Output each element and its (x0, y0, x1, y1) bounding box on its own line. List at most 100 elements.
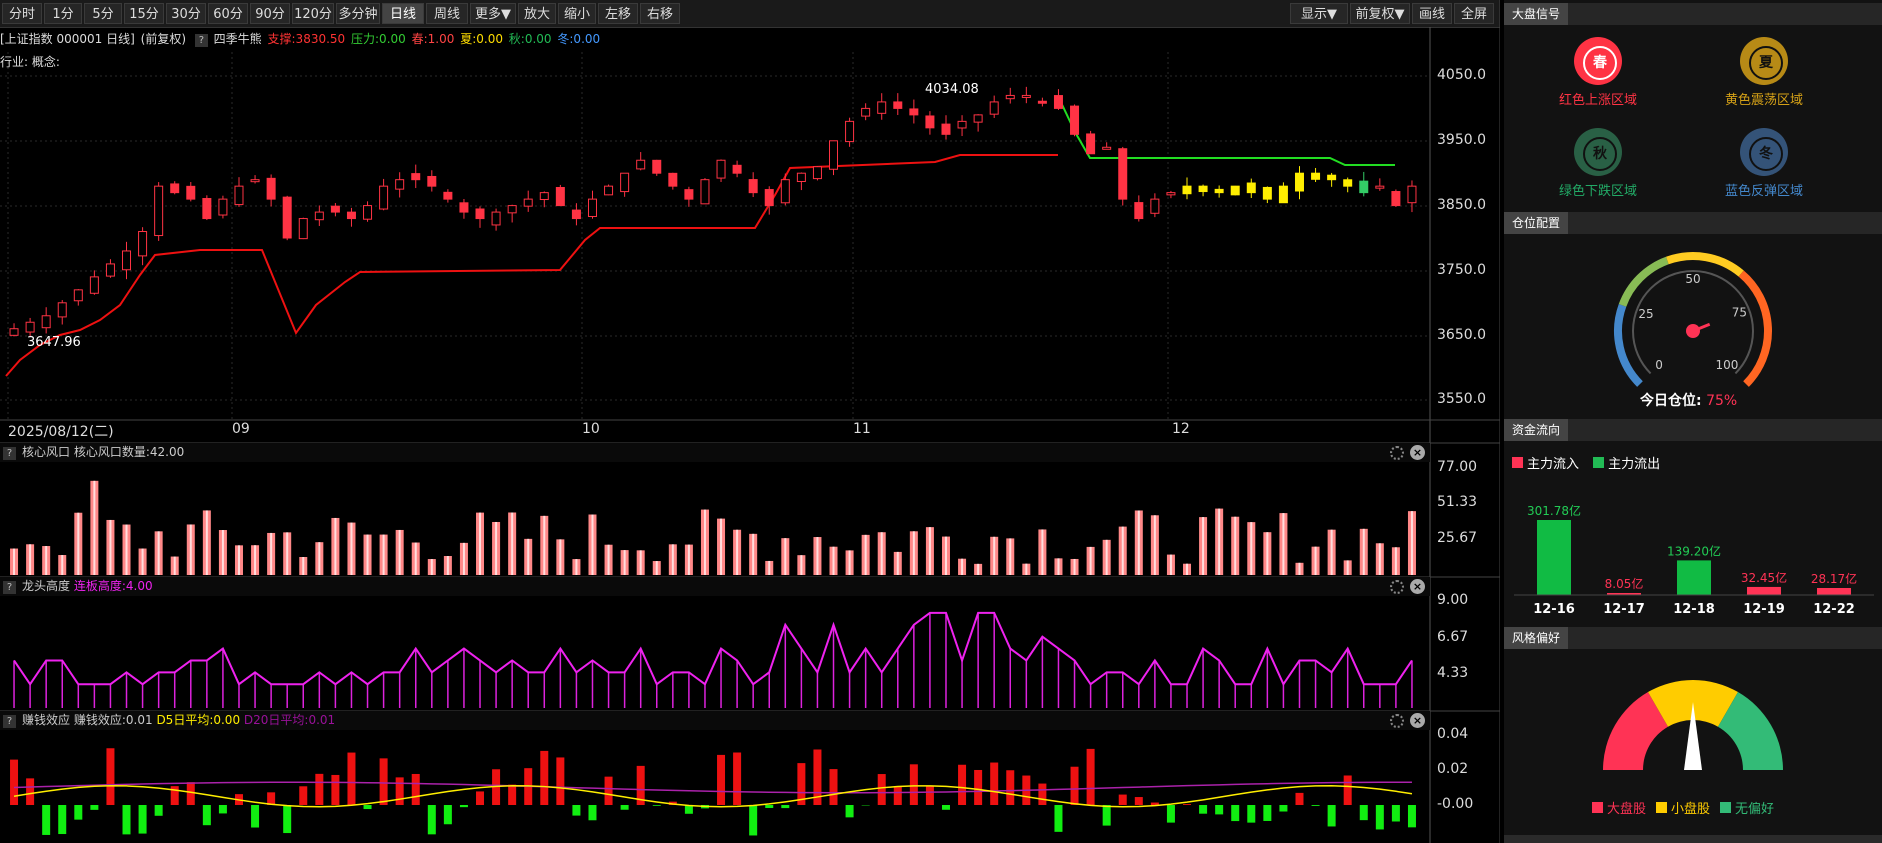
profit-bar (813, 749, 822, 805)
flow-header: 资金流向 (1504, 419, 1882, 441)
close-icon[interactable]: × (1410, 579, 1425, 594)
period-button-13[interactable]: 缩小 (558, 3, 596, 24)
low-price-label: 3647.96 (27, 335, 81, 350)
profit-bar (90, 805, 99, 810)
panel-profit-d20: D20日平均:0.01 (243, 713, 336, 727)
flow-value: 32.45亿 (1741, 570, 1787, 585)
close-icon[interactable]: × (1410, 713, 1425, 728)
candle-body (1198, 185, 1208, 193)
period-button-11[interactable]: 更多▼ (470, 3, 516, 24)
period-button-9[interactable]: 日线 (382, 3, 424, 24)
gear-icon[interactable] (1390, 580, 1404, 594)
candle-body (57, 302, 67, 318)
profit-bar (202, 805, 211, 826)
candle-body (202, 198, 212, 220)
help-icon[interactable]: ? (194, 34, 208, 47)
profit-bar (668, 801, 677, 805)
pressure-value: 压力:0.00 (351, 32, 406, 46)
period-button-6[interactable]: 90分 (250, 3, 290, 24)
period-button-10[interactable]: 周线 (426, 3, 468, 24)
flow-title: 资金流向 (1504, 419, 1569, 441)
profit-bar (331, 774, 340, 805)
profit-bar (283, 805, 292, 834)
candle-body (330, 205, 340, 213)
candle-body (266, 177, 276, 200)
core-bar (829, 546, 838, 575)
candle-body (1005, 94, 1015, 100)
season-char: 春 (1583, 46, 1617, 80)
core-bar (379, 534, 388, 575)
flow-out-label: 主力流出 (1608, 457, 1661, 472)
core-bar (1118, 526, 1127, 575)
view-button-2[interactable]: 画线 (1412, 3, 1452, 24)
profit-bar (26, 778, 35, 805)
period-button-1[interactable]: 1分 (44, 3, 82, 24)
core-bar (813, 537, 822, 575)
period-button-14[interactable]: 左移 (598, 3, 638, 24)
flow-in-label: 主力流入 (1527, 457, 1580, 472)
period-button-2[interactable]: 5分 (84, 3, 122, 24)
signal-title: 大盘信号 (1504, 3, 1569, 25)
profit-bar (1263, 805, 1272, 821)
flow-chart: 301.78亿 12-16 8.05亿 12-17 139.20亿 12-18 32.45亿… (1514, 503, 1874, 617)
profit-bar (1022, 775, 1031, 805)
profit-bar (170, 786, 179, 805)
flow-value: 301.78亿 (1527, 503, 1581, 518)
y-tick: 3750.0 (1437, 262, 1486, 278)
season-char: 秋 (1583, 137, 1617, 171)
profit-bar (588, 805, 597, 821)
profit-bar (1038, 783, 1047, 805)
profit-bar (1150, 802, 1159, 805)
candle-body (41, 315, 51, 329)
candle-body (636, 159, 646, 170)
period-button-5[interactable]: 60分 (208, 3, 248, 24)
flow-date: 12-16 (1533, 602, 1575, 617)
period-button-12[interactable]: 放大 (518, 3, 556, 24)
profit-bar (106, 748, 115, 805)
core-bar (395, 529, 404, 575)
position-header: 仓位配置 (1504, 212, 1882, 234)
period-button-0[interactable]: 分时 (2, 3, 42, 24)
help-icon[interactable]: ? (3, 447, 16, 460)
season-label: 蓝色反弹区域 (1724, 184, 1803, 199)
candle-body (1246, 182, 1256, 194)
candle-body (282, 196, 292, 239)
help-icon[interactable]: ? (3, 581, 16, 594)
profit-bar (620, 805, 629, 810)
candle-body (1343, 179, 1353, 187)
core-bar (1199, 517, 1208, 575)
period-button-4[interactable]: 30分 (166, 3, 206, 24)
period-button-7[interactable]: 120分 (292, 3, 334, 24)
profit-bar (845, 805, 854, 818)
profit-bar (459, 805, 468, 808)
close-icon[interactable]: × (1410, 445, 1425, 460)
chart-info-bar: [上证指数 000001 日线] (前复权) ? 四季牛熊 支撑:3830.50… (0, 29, 1430, 49)
profit-bar (749, 805, 758, 836)
gear-icon[interactable] (1390, 714, 1404, 728)
core-bar (700, 509, 709, 575)
view-button-0[interactable]: 显示▼ (1290, 3, 1348, 24)
panel-profit-d5: D5日平均:0.00 (156, 713, 241, 727)
autumn-value: 秋:0.00 (508, 32, 552, 46)
gear-icon[interactable] (1390, 446, 1404, 460)
period-button-15[interactable]: 右移 (640, 3, 680, 24)
core-bar (283, 532, 292, 575)
core-bar (154, 531, 163, 575)
candle-body (732, 164, 742, 174)
core-bar (363, 534, 372, 575)
gauge-arc (1665, 252, 1744, 277)
sidebar-scrollbar[interactable] (1504, 835, 1882, 843)
view-button-1[interactable]: 前复权▼ (1350, 3, 1410, 24)
high-price-label: 4034.08 (925, 82, 979, 97)
period-button-8[interactable]: 多分钟 (336, 3, 380, 24)
candle-body (9, 328, 19, 336)
core-bar (1247, 522, 1256, 575)
candle-body (764, 189, 774, 207)
flow-value: 28.17亿 (1811, 571, 1857, 586)
help-icon[interactable]: ? (3, 715, 16, 728)
view-button-3[interactable]: 全屏 (1454, 3, 1494, 24)
period-button-3[interactable]: 15分 (124, 3, 164, 24)
flow-bar (1817, 587, 1851, 595)
core-bar (1343, 560, 1352, 575)
date-label: 12 (1172, 421, 1190, 437)
